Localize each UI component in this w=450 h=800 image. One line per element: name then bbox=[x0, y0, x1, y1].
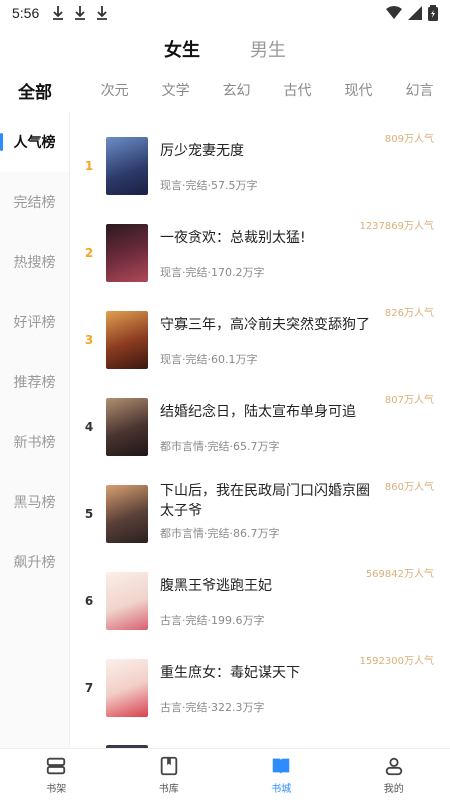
book-cover bbox=[106, 397, 148, 456]
book-title: 结婚纪念日，陆太宣布单身可追 bbox=[160, 403, 356, 420]
download-icon bbox=[51, 5, 65, 21]
rank-number: 6 bbox=[84, 593, 94, 608]
library-icon bbox=[158, 755, 180, 777]
list-item[interactable]: 6 腹黑王爷逃跑王妃 古言·完结·199.6万字 569842万人气 bbox=[70, 557, 450, 644]
book-title: 重生庶女：毒妃谋天下 bbox=[160, 664, 300, 681]
book-title: 下山后，我在民政局门口闪婚京圈太子爷 bbox=[160, 482, 370, 519]
bookstore-icon bbox=[270, 755, 292, 777]
rank-number: 4 bbox=[84, 419, 94, 434]
list-item[interactable]: 1 厉少宠妻无度 现言·完结·57.5万字 809万人气 bbox=[70, 122, 450, 209]
book-cover bbox=[106, 136, 148, 195]
list-item[interactable]: 7 重生庶女：毒妃谋天下 古言·完结·322.3万字 1592300万人气 bbox=[70, 644, 450, 731]
nav-profile[interactable]: 我的 bbox=[338, 749, 450, 800]
popularity-count: 826万人气 bbox=[384, 308, 434, 319]
book-title: 一夜贪欢：总裁别太猛! bbox=[160, 229, 306, 246]
sidebar-item-new-books[interactable]: 新书榜 bbox=[0, 412, 69, 472]
wifi-icon bbox=[386, 6, 402, 20]
list-item[interactable]: 5 下山后，我在民政局门口闪婚京圈太子爷 都市言情·完结·86.7万字 860万… bbox=[70, 470, 450, 557]
nav-label: 书城 bbox=[271, 783, 292, 795]
book-title: 腹黑王爷逃跑王妃 bbox=[160, 577, 272, 594]
book-meta: 现言·完结·170.2万字 bbox=[160, 265, 265, 279]
book-meta: 古言·完结·199.6万字 bbox=[160, 613, 265, 627]
bookshelf-icon bbox=[45, 755, 67, 777]
popularity-count: 1592300万人气 bbox=[359, 656, 434, 667]
ranking-sidebar: 人气榜 完结榜 热搜榜 好评榜 推荐榜 新书榜 黑马榜 飙升榜 bbox=[0, 112, 70, 748]
category-tab[interactable]: 玄幻 bbox=[206, 80, 267, 100]
tab-male[interactable]: 男生 bbox=[250, 36, 286, 66]
status-bar: 5:56 bbox=[0, 0, 450, 26]
rank-number: 5 bbox=[84, 506, 94, 521]
category-tab[interactable]: 幻言 bbox=[389, 80, 450, 100]
sidebar-item-popular[interactable]: 人气榜 bbox=[0, 112, 69, 172]
book-meta: 现言·完结·57.5万字 bbox=[160, 178, 258, 192]
rank-number: 7 bbox=[84, 680, 94, 695]
sidebar-item-dark-horse[interactable]: 黑马榜 bbox=[0, 472, 69, 532]
nav-label: 我的 bbox=[383, 783, 404, 795]
popularity-count: 860万人气 bbox=[384, 482, 434, 493]
category-tab[interactable]: 文学 bbox=[145, 80, 206, 100]
list-item-partial[interactable] bbox=[70, 731, 450, 748]
popularity-count: 1237869万人气 bbox=[359, 221, 434, 232]
profile-icon bbox=[383, 755, 405, 777]
book-cover bbox=[106, 571, 148, 630]
category-tab[interactable]: 古代 bbox=[267, 80, 328, 100]
download-icon bbox=[73, 5, 87, 21]
book-cover bbox=[106, 658, 148, 717]
list-item[interactable]: 4 结婚纪念日，陆太宣布单身可追 都市言情·完结·65.7万字 807万人气 bbox=[70, 383, 450, 470]
bottom-nav: 书架 书库 书城 我的 bbox=[0, 748, 450, 800]
sidebar-item-recommended[interactable]: 推荐榜 bbox=[0, 352, 69, 412]
sidebar-item-top-rated[interactable]: 好评榜 bbox=[0, 292, 69, 352]
book-meta: 古言·完结·322.3万字 bbox=[160, 700, 265, 714]
category-tab[interactable]: 次元 bbox=[84, 80, 145, 100]
signal-icon bbox=[408, 6, 422, 20]
list-item[interactable]: 3 守寡三年，高冷前夫突然变舔狗了 现言·完结·60.1万字 826万人气 bbox=[70, 296, 450, 383]
nav-library[interactable]: 书库 bbox=[113, 749, 226, 800]
list-item[interactable]: 2 一夜贪欢：总裁别太猛! 现言·完结·170.2万字 1237869万人气 bbox=[70, 209, 450, 296]
book-title: 守寡三年，高冷前夫突然变舔狗了 bbox=[160, 316, 370, 333]
nav-bookstore[interactable]: 书城 bbox=[225, 749, 338, 800]
popularity-count: 569842万人气 bbox=[365, 569, 434, 580]
book-meta: 都市言情·完结·65.7万字 bbox=[160, 439, 280, 453]
book-cover bbox=[106, 223, 148, 282]
sidebar-item-completed[interactable]: 完结榜 bbox=[0, 172, 69, 232]
category-tab[interactable]: 现代 bbox=[328, 80, 389, 100]
nav-label: 书库 bbox=[158, 783, 179, 795]
sidebar-item-rising[interactable]: 飙升榜 bbox=[0, 532, 69, 592]
rank-number: 1 bbox=[84, 158, 94, 173]
book-meta: 都市言情·完结·86.7万字 bbox=[160, 526, 280, 540]
book-cover bbox=[106, 484, 148, 543]
book-meta: 现言·完结·60.1万字 bbox=[160, 352, 258, 366]
book-title: 厉少宠妻无度 bbox=[160, 142, 244, 159]
status-time: 5:56 bbox=[12, 5, 40, 21]
nav-label: 书架 bbox=[46, 783, 67, 795]
popularity-count: 809万人气 bbox=[384, 134, 434, 145]
sidebar-item-hot-search[interactable]: 热搜榜 bbox=[0, 232, 69, 292]
popularity-count: 807万人气 bbox=[384, 395, 434, 406]
battery-icon bbox=[428, 5, 438, 21]
tab-female[interactable]: 女生 bbox=[164, 36, 200, 66]
nav-bookshelf[interactable]: 书架 bbox=[0, 749, 113, 800]
category-tab-all[interactable]: 全部 bbox=[18, 78, 56, 103]
rank-number: 2 bbox=[84, 245, 94, 260]
gender-tabs: 女生 男生 bbox=[0, 36, 450, 66]
rank-number: 3 bbox=[84, 332, 94, 347]
book-list: 1 厉少宠妻无度 现言·完结·57.5万字 809万人气 2 一夜贪欢：总裁别太… bbox=[70, 112, 450, 748]
category-tabs: 全部 次元 文学 玄幻 古代 现代 幻言 bbox=[0, 76, 450, 104]
book-cover bbox=[106, 310, 148, 369]
download-icon bbox=[95, 5, 109, 21]
